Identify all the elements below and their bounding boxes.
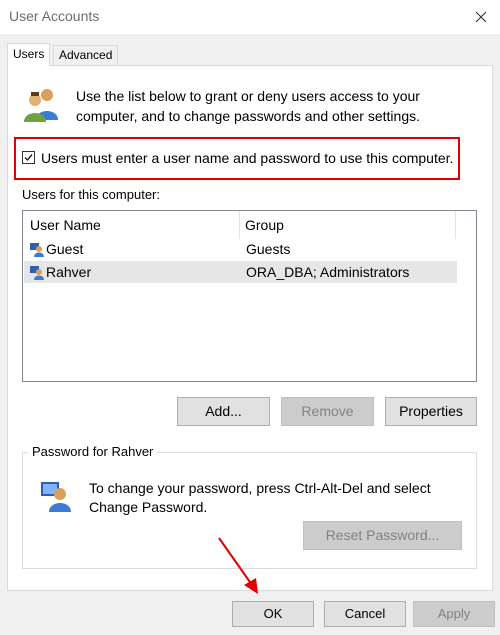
user-password-icon [39,478,73,512]
group-cell: Guests [246,241,291,257]
require-login-label[interactable]: Users must enter a user name and passwor… [41,149,453,167]
column-header-group[interactable]: Group [245,216,284,234]
title-bar: User Accounts [0,0,500,34]
users-section-label: Users for this computer: [22,187,160,202]
window-title: User Accounts [9,8,100,24]
user-name-cell: Rahver [46,264,92,280]
cancel-button[interactable]: Cancel [324,601,406,627]
table-row-selected[interactable]: Rahver ORA_DBA; Administrators [24,261,457,283]
add-button[interactable]: Add... [177,397,270,426]
close-icon[interactable] [468,4,494,30]
intro-text: Use the list below to grant or deny user… [76,88,420,124]
group-cell: ORA_DBA; Administrators [246,264,410,280]
tab-advanced[interactable]: Advanced [53,45,119,66]
tab-users[interactable]: Users [7,43,51,66]
properties-button[interactable]: Properties [385,397,477,426]
user-icon [29,264,45,280]
reset-password-button[interactable]: Reset Password... [303,521,462,550]
ok-button[interactable]: OK [232,601,314,627]
column-header-username[interactable]: User Name [30,216,101,234]
users-list[interactable]: User Name Group Guest Guests Rahver ORA_… [22,210,477,382]
column-separator[interactable] [455,211,456,239]
require-login-checkbox[interactable] [22,151,35,164]
column-separator[interactable] [239,211,240,239]
password-group-label: Password for Rahver [28,444,158,460]
users-icon [22,84,62,124]
table-row[interactable]: Guest Guests [24,238,457,260]
remove-button[interactable]: Remove [281,397,374,426]
user-name-cell: Guest [46,241,84,257]
user-icon [29,241,45,257]
apply-button[interactable]: Apply [413,601,495,627]
password-instructions: To change your password, press Ctrl-Alt-… [89,480,431,515]
